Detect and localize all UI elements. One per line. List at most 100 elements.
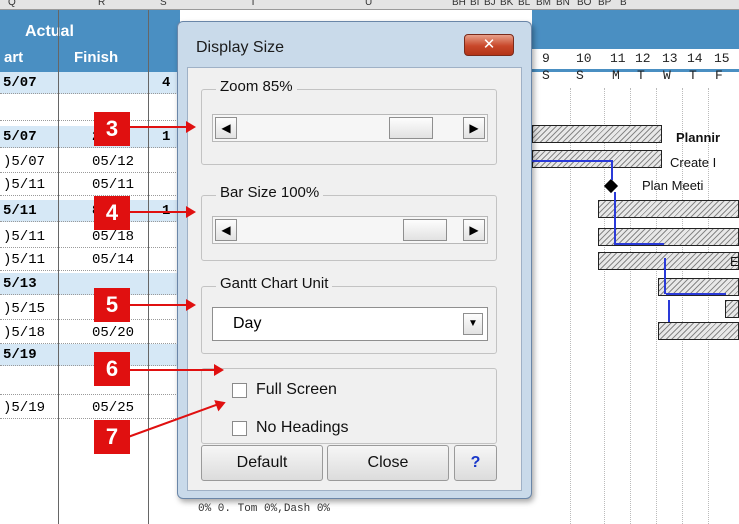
- gantt-day: S: [576, 68, 584, 83]
- display-size-dialog: Display Size ✕ Zoom 85% ◀ ▶ Bar Size 100…: [177, 21, 532, 499]
- options-group: Full Screen No Headings: [201, 368, 497, 444]
- gantt-day: T: [689, 68, 697, 83]
- callout-arrowhead: [186, 299, 196, 311]
- table-row[interactable]: 5/19: [0, 344, 180, 366]
- row-start-cell[interactable]: 5/13: [3, 276, 37, 292]
- dependency-line: [614, 243, 664, 245]
- table-row[interactable]: [0, 373, 180, 395]
- no-headings-label[interactable]: No Headings: [256, 419, 349, 437]
- row-start-cell[interactable]: 5/11: [3, 203, 37, 219]
- zoom-slider-thumb[interactable]: [389, 117, 433, 139]
- column-letter[interactable]: BJ: [484, 0, 496, 8]
- table-row[interactable]: )5/11 05/18: [0, 226, 180, 248]
- gantt-bar[interactable]: [532, 150, 662, 168]
- no-headings-checkbox[interactable]: [232, 421, 247, 436]
- row-start-cell[interactable]: 5/07: [3, 75, 37, 91]
- callout-badge-5: 5: [94, 288, 130, 322]
- column-letter[interactable]: BL: [518, 0, 530, 8]
- bar-size-label: Bar Size 100%: [216, 184, 324, 201]
- row-start-cell[interactable]: )5/11: [3, 252, 45, 268]
- column-letter[interactable]: BH: [452, 0, 466, 8]
- gantt-date: 11: [610, 51, 626, 66]
- table-header: Actual art Finish: [0, 10, 180, 72]
- callout-arrow: [130, 369, 216, 371]
- zoom-scrollbar[interactable]: ◀ ▶: [212, 114, 488, 142]
- row-start-cell[interactable]: )5/19: [3, 400, 45, 416]
- row-finish-cell[interactable]: 05/12: [92, 154, 134, 170]
- column-letter[interactable]: T: [250, 0, 256, 8]
- column-letter[interactable]: B: [620, 0, 627, 8]
- gantt-bar[interactable]: [532, 125, 662, 143]
- scroll-right-icon[interactable]: ▶: [463, 117, 485, 139]
- row-finish-cell[interactable]: 05/14: [92, 252, 134, 268]
- table-row[interactable]: 5/13: [0, 273, 180, 295]
- scroll-left-icon[interactable]: ◀: [215, 117, 237, 139]
- scroll-right-icon[interactable]: ▶: [463, 219, 485, 241]
- gantt-bar[interactable]: [725, 300, 739, 318]
- column-letter[interactable]: BK: [500, 0, 513, 8]
- column-divider: [148, 10, 149, 524]
- table-row[interactable]: )5/18 05/20: [0, 322, 180, 344]
- column-letter[interactable]: BI: [470, 0, 479, 8]
- task-label: Create I: [670, 155, 717, 170]
- column-letter[interactable]: S: [160, 0, 167, 8]
- close-button[interactable]: Close: [327, 445, 449, 481]
- scroll-left-icon[interactable]: ◀: [215, 219, 237, 241]
- column-letter[interactable]: BO: [577, 0, 591, 8]
- column-letter[interactable]: R: [98, 0, 105, 8]
- gantt-day: M: [612, 68, 620, 83]
- default-button[interactable]: Default: [201, 445, 323, 481]
- gantt-bar[interactable]: [598, 252, 739, 270]
- column-letter[interactable]: BN: [556, 0, 570, 8]
- row-finish-cell[interactable]: 05/25: [92, 400, 134, 416]
- dependency-line: [666, 293, 726, 295]
- gantt-unit-value: Day: [233, 315, 262, 332]
- column-header-bar: Q R S T U BH BI BJ BK BL BM BN BO BP B: [0, 0, 739, 10]
- table-row[interactable]: )5/11 05/11: [0, 174, 180, 196]
- row-extra-cell[interactable]: 1: [162, 129, 170, 145]
- bar-size-scrollbar[interactable]: ◀ ▶: [212, 216, 488, 244]
- dependency-line: [611, 160, 613, 180]
- row-start-cell[interactable]: )5/07: [3, 154, 45, 170]
- row-start-cell[interactable]: )5/11: [3, 177, 45, 193]
- dependency-line: [664, 258, 666, 294]
- gantt-unit-select[interactable]: Day ▼: [212, 307, 488, 341]
- table-row[interactable]: )5/07 05/12: [0, 151, 180, 173]
- row-extra-cell[interactable]: 4: [162, 75, 170, 91]
- table-row[interactable]: 5/07 4: [0, 72, 180, 94]
- table-row[interactable]: )5/19 05/25: [0, 397, 180, 419]
- gantt-date: 14: [687, 51, 703, 66]
- row-start-cell[interactable]: 5/07: [3, 129, 37, 145]
- callout-arrowhead: [186, 206, 196, 218]
- gantt-date: 10: [576, 51, 592, 66]
- bar-size-slider-thumb[interactable]: [403, 219, 447, 241]
- row-finish-cell[interactable]: 05/20: [92, 325, 134, 341]
- table-row[interactable]: [0, 99, 180, 121]
- chevron-down-icon[interactable]: ▼: [463, 313, 483, 335]
- full-screen-checkbox[interactable]: [232, 383, 247, 398]
- table-row[interactable]: 5/0721: [0, 126, 180, 148]
- zoom-label: Zoom 85%: [216, 78, 297, 95]
- callout-badge-6: 6: [94, 352, 130, 386]
- header-start: art: [4, 49, 24, 66]
- gantt-date: 9: [542, 51, 550, 66]
- dependency-line: [532, 160, 612, 162]
- column-letter[interactable]: U: [365, 0, 372, 8]
- column-letter[interactable]: Q: [8, 0, 16, 8]
- row-start-cell[interactable]: )5/15: [3, 301, 45, 317]
- row-start-cell[interactable]: )5/18: [3, 325, 45, 341]
- column-letter[interactable]: BM: [536, 0, 551, 8]
- column-letter[interactable]: BP: [598, 0, 611, 8]
- row-start-cell[interactable]: 5/19: [3, 347, 37, 363]
- table-row[interactable]: )5/15: [0, 298, 180, 320]
- close-icon[interactable]: ✕: [464, 34, 514, 56]
- table-row[interactable]: )5/11 05/14: [0, 249, 180, 271]
- gantt-bar[interactable]: [598, 200, 739, 218]
- full-screen-label[interactable]: Full Screen: [256, 381, 337, 399]
- help-button[interactable]: ?: [454, 445, 497, 481]
- row-start-cell[interactable]: )5/11: [3, 229, 45, 245]
- row-finish-cell[interactable]: 05/11: [92, 177, 134, 193]
- row-finish-cell[interactable]: 05/18: [92, 229, 134, 245]
- gantt-bar[interactable]: [658, 322, 739, 340]
- gantt-date: 12: [635, 51, 651, 66]
